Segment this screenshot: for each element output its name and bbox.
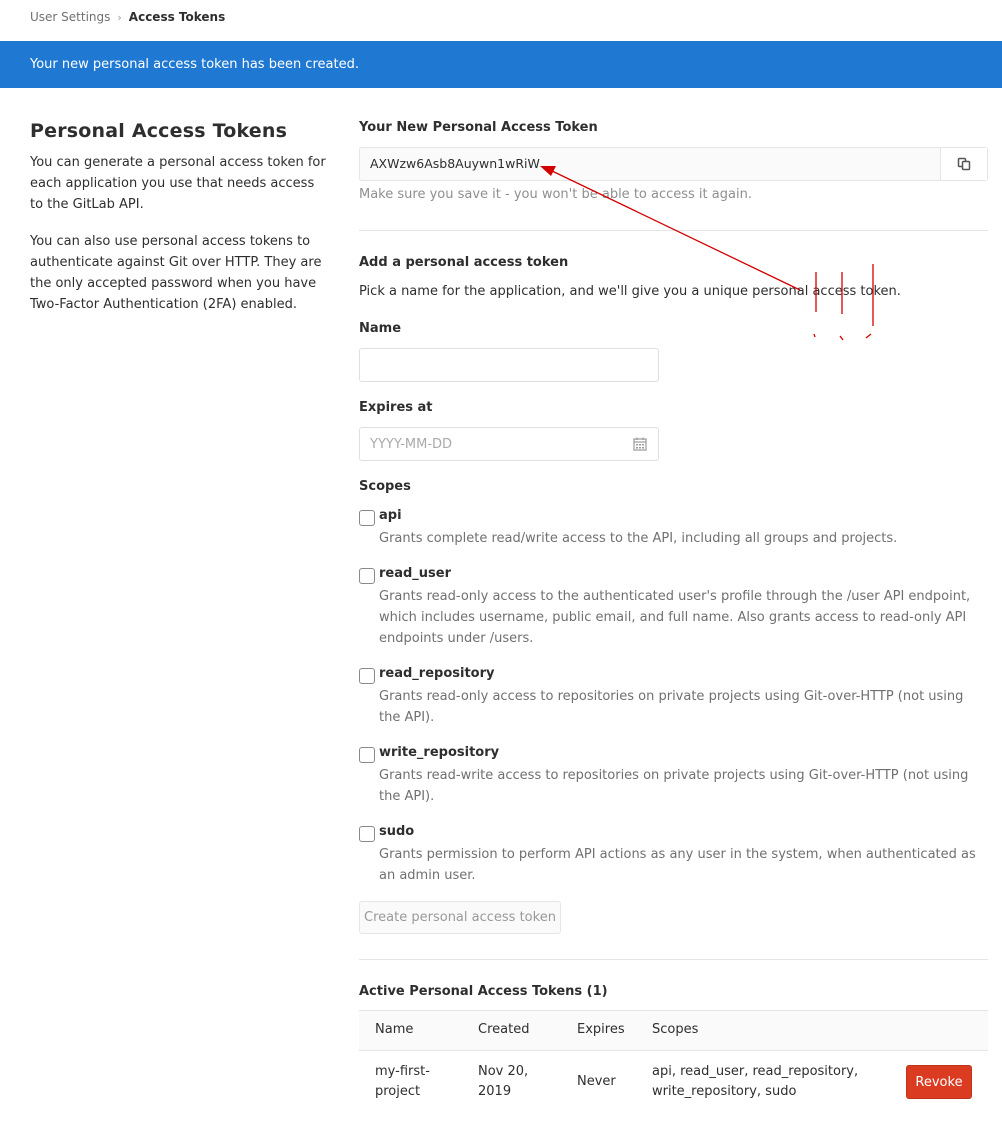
scope-write-repository-checkbox[interactable] [359, 747, 375, 763]
new-token-label: Your New Personal Access Token [359, 120, 598, 135]
token-save-hint: Make sure you save it - you won't be abl… [359, 187, 752, 202]
token-created-cell: Nov 20, 2019 [478, 1064, 529, 1099]
create-token-button[interactable]: Create personal access token [359, 901, 561, 934]
section-divider [359, 230, 988, 231]
page-title: Personal Access Tokens [30, 120, 288, 142]
column-header-scopes: Scopes [652, 1022, 699, 1037]
form-heading: Add a personal access token [359, 255, 569, 270]
clipboard-icon [957, 157, 971, 171]
section-divider [359, 959, 988, 960]
copy-token-button[interactable] [940, 148, 987, 180]
scope-name[interactable]: api [379, 508, 402, 523]
flash-notice: Your new personal access token has been … [0, 41, 1002, 88]
expires-input[interactable] [359, 427, 659, 461]
expires-label: Expires at [359, 400, 433, 415]
name-input[interactable] [359, 348, 659, 382]
calendar-icon[interactable] [632, 436, 648, 452]
column-header-name: Name [375, 1022, 414, 1037]
column-header-created: Created [478, 1022, 530, 1037]
breadcrumb-parent-link[interactable]: User Settings [30, 10, 110, 24]
intro-paragraph-2: You can also use personal access tokens … [30, 234, 322, 312]
token-scopes-cell: api, read_user, read_repository, write_r… [652, 1064, 859, 1099]
active-tokens-heading: Active Personal Access Tokens (1) [359, 984, 608, 999]
intro-panel: Personal Access Tokens You can generate … [30, 120, 330, 331]
token-name-cell: my-first-project [375, 1064, 430, 1099]
scope-name[interactable]: write_repository [379, 745, 499, 760]
scope-description: Grants read-write access to repositories… [379, 768, 969, 804]
chevron-right-icon: › [117, 10, 122, 24]
new-token-value[interactable]: AXWzw6Asb8Auywn1wRiW [360, 148, 940, 180]
scopes-label: Scopes [359, 479, 411, 494]
name-label: Name [359, 321, 402, 336]
intro-paragraph-1: You can generate a personal access token… [30, 155, 326, 212]
scope-description: Grants complete read/write access to the… [379, 531, 898, 546]
column-header-expires: Expires [577, 1022, 625, 1037]
scope-description: Grants read-only access to repositories … [379, 689, 964, 725]
scope-sudo-checkbox[interactable] [359, 826, 375, 842]
breadcrumb-current[interactable]: Access Tokens [129, 10, 225, 24]
scope-read-repository-checkbox[interactable] [359, 668, 375, 684]
breadcrumb: User Settings › Access Tokens [30, 10, 225, 24]
scope-name[interactable]: read_user [379, 566, 451, 581]
token-expires-cell: Never [577, 1074, 616, 1089]
form-description: Pick a name for the application, and we'… [359, 284, 901, 299]
scope-read-user-checkbox[interactable] [359, 568, 375, 584]
revoke-button[interactable]: Revoke [906, 1065, 972, 1099]
scope-description: Grants read-only access to the authentic… [379, 589, 971, 646]
scope-api-checkbox[interactable] [359, 510, 375, 526]
scope-name[interactable]: read_repository [379, 666, 495, 681]
scope-description: Grants permission to perform API actions… [379, 847, 976, 883]
new-token-field: AXWzw6Asb8Auywn1wRiW [359, 147, 988, 181]
scope-name[interactable]: sudo [379, 824, 414, 839]
flash-message: Your new personal access token has been … [30, 57, 359, 72]
